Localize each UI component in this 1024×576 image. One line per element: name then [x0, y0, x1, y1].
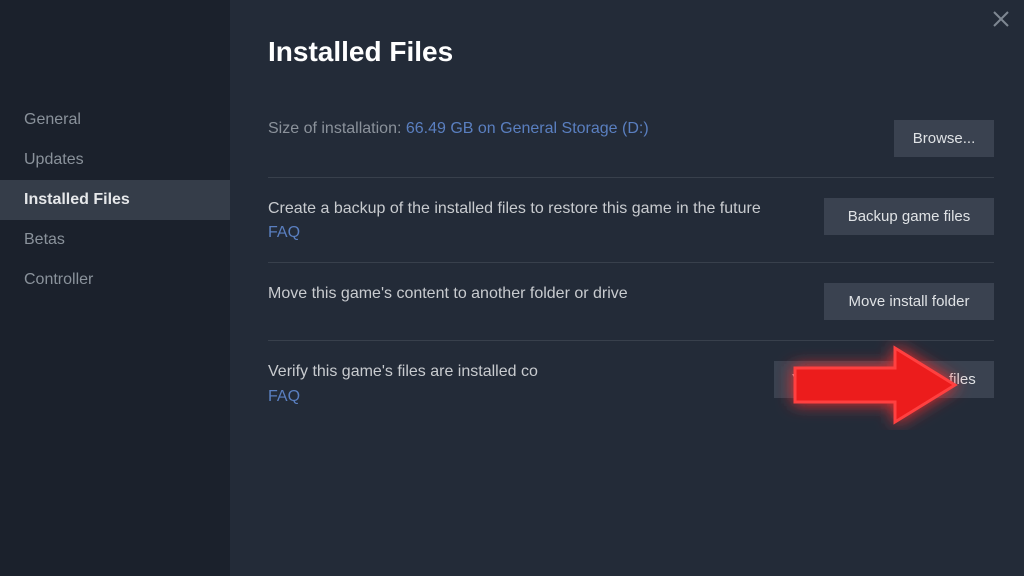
size-value[interactable]: 66.49 GB on General Storage (D:)	[406, 120, 649, 137]
verify-faq-link[interactable]: FAQ	[268, 388, 300, 406]
sidebar-item-controller[interactable]: Controller	[0, 260, 230, 300]
sidebar-item-label: Controller	[24, 271, 93, 288]
backup-button[interactable]: Backup game files	[824, 198, 994, 235]
section-size: Size of installation: 66.49 GB on Genera…	[268, 120, 994, 178]
sidebar-item-label: Betas	[24, 231, 65, 248]
section-text: Verify this game's files are installed c…	[268, 361, 774, 405]
section-move: Move this game's content to another fold…	[268, 283, 994, 341]
sidebar-item-label: General	[24, 111, 81, 128]
sidebar-item-updates[interactable]: Updates	[0, 140, 230, 180]
section-text: Move this game's content to another fold…	[268, 283, 824, 305]
sidebar: General Updates Installed Files Betas Co…	[0, 0, 230, 576]
sidebar-item-betas[interactable]: Betas	[0, 220, 230, 260]
move-button[interactable]: Move install folder	[824, 283, 994, 320]
browse-button[interactable]: Browse...	[894, 120, 994, 157]
properties-window: General Updates Installed Files Betas Co…	[0, 0, 1024, 576]
sidebar-item-label: Updates	[24, 151, 84, 168]
section-verify: Verify this game's files are installed c…	[268, 361, 994, 425]
sidebar-item-general[interactable]: General	[0, 100, 230, 140]
verify-desc: Verify this game's files are installed c…	[268, 361, 754, 383]
move-desc: Move this game's content to another fold…	[268, 283, 804, 305]
section-text: Create a backup of the installed files t…	[268, 198, 824, 242]
close-icon[interactable]	[992, 10, 1010, 28]
verify-button[interactable]: Verify integrity of game files	[774, 361, 994, 398]
main-content: Installed Files Size of installation: 66…	[230, 0, 1024, 576]
page-title: Installed Files	[268, 36, 994, 68]
size-label: Size of installation:	[268, 120, 406, 137]
section-backup: Create a backup of the installed files t…	[268, 198, 994, 263]
backup-faq-link[interactable]: FAQ	[268, 224, 300, 242]
section-text: Size of installation: 66.49 GB on Genera…	[268, 120, 894, 138]
sidebar-item-label: Installed Files	[24, 191, 130, 208]
backup-desc: Create a backup of the installed files t…	[268, 198, 804, 220]
sidebar-item-installed-files[interactable]: Installed Files	[0, 180, 230, 220]
